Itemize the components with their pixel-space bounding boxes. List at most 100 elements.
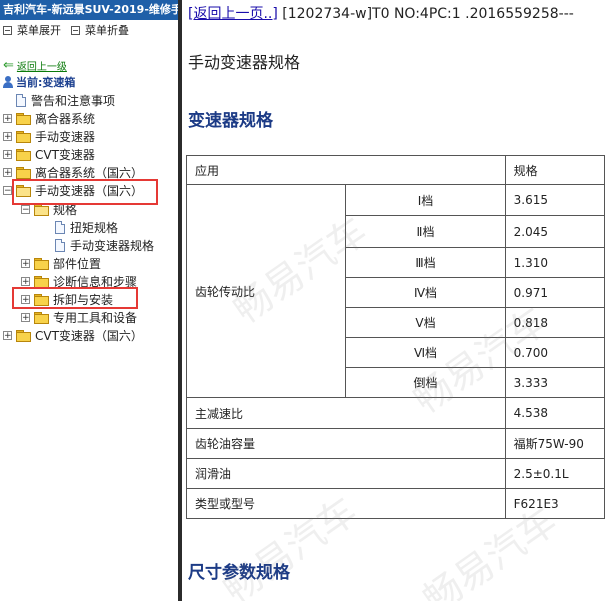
tree-item-label: 警告和注意事项 (31, 93, 116, 108)
table-row: 润滑油 2.5±0.1L (186, 458, 605, 489)
tree-item-component-location[interactable]: + 部件位置 (21, 254, 101, 272)
current-location: 当前:变速箱 (3, 74, 75, 90)
back-link[interactable]: 返回上一级 (17, 58, 67, 73)
tree-item-special-tools[interactable]: + 专用工具和设备 (21, 308, 137, 326)
row-value: 福斯75W-90 (504, 428, 605, 459)
tree-item-manual-trans-specs[interactable]: 手动变速器规格 (55, 236, 154, 254)
collapse-toggle[interactable]: − (21, 204, 30, 214)
section-heading: 尺寸参数规格 (188, 563, 290, 583)
tree-pane: 吉利汽车-新远景SUV-2019-维修手 菜单展开 菜单折叠 ⇐ 返回上一级 当… (0, 0, 178, 601)
document-icon (16, 93, 26, 107)
tree-item-specs[interactable]: − 规格 (21, 200, 77, 218)
tree-item-label: 规格 (53, 202, 78, 217)
tree-item-manual-trans-cn6[interactable]: − 手动变速器（国六） (3, 181, 143, 199)
tree-item-label: 手动变速器规格 (70, 238, 155, 253)
tree-item-label: 诊断信息和步骤 (53, 274, 138, 289)
folder-icon (34, 275, 49, 288)
header-cell: 规格 (504, 155, 605, 185)
tree-item-clutch-cn6[interactable]: + 离合器系统（国六） (3, 163, 143, 181)
doc-header: [返回上一页..] [1202734-w]T0 NO:4PC:1 .201655… (188, 3, 574, 23)
expand-menu-button[interactable]: 菜单展开 (3, 22, 61, 38)
row-name: 主减速比 (186, 397, 506, 429)
tree-item-label: 离合器系统（国六） (35, 165, 144, 180)
tree-item-label: 离合器系统 (35, 111, 96, 126)
open-folder-icon (16, 184, 31, 197)
user-icon (3, 76, 13, 88)
tree-item-label: 扭矩规格 (70, 220, 119, 235)
gear-value: 3.333 (504, 367, 605, 398)
collapse-menu-label: 菜单折叠 (85, 24, 129, 37)
spec-table: 应用 规格 齿轮传动比 Ⅰ档 3.615 Ⅱ档 2.045 Ⅲ档 1.310 Ⅳ… (185, 155, 605, 519)
expand-toggle[interactable]: + (21, 312, 30, 322)
tree-item-label: CVT变速器（国六） (35, 328, 143, 343)
tree-item-warnings[interactable]: 警告和注意事项 (16, 91, 115, 109)
table-row: 齿轮传动比 Ⅰ档 3.615 (185, 184, 605, 398)
tree-item-label: 手动变速器 (35, 129, 96, 144)
expand-icon (3, 25, 12, 35)
document-icon (55, 220, 65, 234)
gear-name: Ⅰ档 (345, 184, 506, 216)
gear-value: 1.310 (504, 247, 605, 278)
row-name: 齿轮油容量 (186, 428, 506, 459)
table-header-row: 应用 规格 (186, 155, 605, 185)
header-cell: 应用 (186, 155, 506, 185)
back-row: ⇐ 返回上一级 (3, 57, 67, 74)
gear-value: 3.615 (504, 184, 605, 216)
expand-toggle[interactable]: + (21, 258, 30, 268)
folder-icon (34, 293, 49, 306)
gear-name: Ⅵ档 (345, 337, 506, 368)
expand-toggle[interactable]: + (21, 294, 30, 304)
gear-value: 0.818 (504, 307, 605, 338)
gear-value: 0.700 (504, 337, 605, 368)
collapse-icon (71, 25, 80, 35)
open-folder-icon (34, 203, 49, 216)
expand-toggle[interactable]: + (3, 330, 12, 340)
tree-item-label: 拆卸与安装 (53, 292, 114, 307)
table-row: 主减速比 4.538 (186, 397, 605, 429)
folder-icon (16, 148, 31, 161)
row-value: 4.538 (504, 397, 605, 429)
row-name: 类型或型号 (186, 488, 506, 519)
row-name: 润滑油 (186, 458, 506, 489)
tree-item-label: CVT变速器 (35, 147, 95, 162)
tree-item-clutch[interactable]: + 离合器系统 (3, 109, 95, 127)
section-heading: 变速器规格 (188, 111, 273, 131)
table-row: 齿轮油容量 福斯75W-90 (186, 428, 605, 459)
row-value: F621E3 (504, 488, 605, 519)
tree-item-torque-specs[interactable]: 扭矩规格 (55, 218, 118, 236)
folder-icon (16, 166, 31, 179)
gear-name: Ⅳ档 (345, 277, 506, 308)
tree-item-diagnostics[interactable]: + 诊断信息和步骤 (21, 272, 137, 290)
app-title: 吉利汽车-新远景SUV-2019-维修手 (0, 0, 178, 20)
gear-ratio-label: 齿轮传动比 (185, 184, 347, 398)
collapse-toggle[interactable]: − (3, 185, 12, 195)
content-pane: [返回上一页..] [1202734-w]T0 NO:4PC:1 .201655… (182, 0, 605, 601)
gear-name: Ⅱ档 (345, 215, 506, 248)
expand-toggle[interactable]: + (3, 167, 12, 177)
folder-icon (16, 329, 31, 342)
collapse-menu-button[interactable]: 菜单折叠 (71, 22, 129, 38)
expand-toggle[interactable]: + (3, 113, 12, 123)
menu-row: 菜单展开 菜单折叠 (0, 20, 178, 40)
tree-item-cvt-cn6[interactable]: + CVT变速器（国六） (3, 326, 143, 344)
gear-value: 2.045 (504, 215, 605, 248)
current-label: 当前:变速箱 (16, 76, 76, 89)
gear-name: Ⅲ档 (345, 247, 506, 278)
back-arrow-icon: ⇐ (3, 57, 14, 73)
tree-item-removal-installation[interactable]: + 拆卸与安装 (21, 290, 113, 308)
folder-icon (16, 112, 31, 125)
gear-value: 0.971 (504, 277, 605, 308)
row-value: 2.5±0.1L (504, 458, 605, 489)
doc-id: [1202734-w]T0 NO:4PC:1 .2016559258--- (277, 6, 574, 22)
expand-menu-label: 菜单展开 (17, 24, 61, 37)
folder-icon (34, 257, 49, 270)
expand-toggle[interactable]: + (3, 131, 12, 141)
tree-item-manual-trans[interactable]: + 手动变速器 (3, 127, 95, 145)
expand-toggle[interactable]: + (3, 149, 12, 159)
return-link[interactable]: [返回上一页..] (188, 6, 278, 22)
gear-name: 倒档 (345, 367, 506, 398)
gear-name: Ⅴ档 (345, 307, 506, 338)
tree-item-cvt[interactable]: + CVT变速器 (3, 145, 95, 163)
page-title: 手动变速器规格 (188, 53, 301, 72)
expand-toggle[interactable]: + (21, 276, 30, 286)
